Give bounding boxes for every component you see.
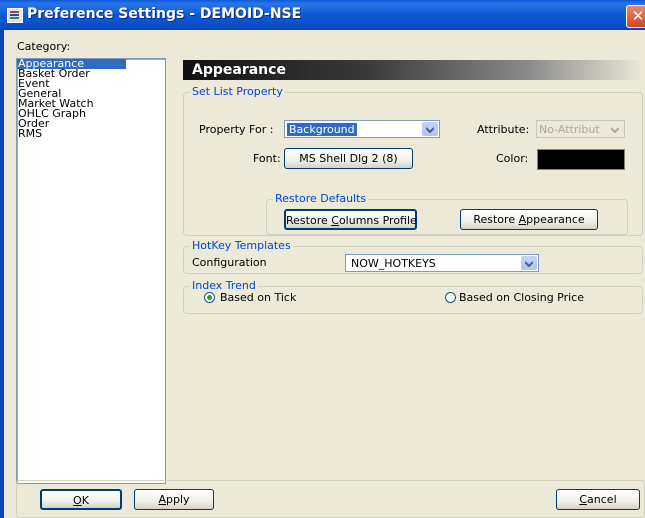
- attribute-select[interactable]: No-Attribut: [536, 120, 625, 138]
- ok-button[interactable]: OK: [40, 489, 122, 510]
- property-for-label: Property For :: [199, 123, 274, 136]
- category-item-rms[interactable]: RMS: [17, 128, 165, 139]
- property-for-select[interactable]: Background: [284, 120, 440, 138]
- set-list-property-legend: Set List Property: [190, 85, 285, 99]
- attribute-value: No-Attribut: [539, 123, 600, 136]
- restore-defaults-legend: Restore Defaults: [273, 192, 369, 206]
- font-label: Font:: [253, 152, 281, 165]
- restore-appearance-label-post: ppearance: [526, 213, 585, 226]
- close-icon: ✕: [631, 7, 645, 25]
- hotkey-templates-legend: HotKey Templates: [190, 239, 293, 253]
- color-label: Color:: [496, 152, 529, 165]
- configuration-value: NOW_HOTKEYS: [351, 257, 436, 270]
- preference-settings-window: Preference Settings - DEMOID-NSE ✕ Categ…: [0, 0, 645, 518]
- restore-defaults-group: Restore Defaults Restore Columns Profile…: [266, 192, 628, 235]
- property-for-value: Background: [287, 123, 357, 136]
- restore-columns-profile-label-post: olumns Profile: [338, 214, 417, 227]
- restore-columns-profile-label-key: C: [331, 214, 339, 227]
- restore-columns-profile-label-pre: Restore: [286, 214, 332, 227]
- color-swatch[interactable]: [537, 149, 625, 170]
- cancel-label-rest: ancel: [587, 493, 617, 506]
- apply-label-rest: pply: [166, 493, 190, 506]
- window-frame-left: [0, 30, 4, 518]
- category-label: Category:: [17, 40, 71, 53]
- hotkey-templates-group: HotKey Templates Configuration NOW_HOTKE…: [183, 239, 643, 274]
- chevron-down-icon[interactable]: [521, 256, 537, 270]
- apply-label-key: A: [158, 493, 166, 506]
- title-bar[interactable]: Preference Settings - DEMOID-NSE ✕: [0, 0, 645, 30]
- category-list[interactable]: Appearance Basket Order Event General Ma…: [16, 58, 166, 484]
- restore-appearance-button[interactable]: Restore Appearance: [460, 209, 598, 230]
- cancel-button[interactable]: Cancel: [556, 489, 640, 510]
- chevron-down-icon[interactable]: [422, 122, 438, 136]
- panel-heading: Appearance: [183, 60, 643, 80]
- radio-based-on-closing-price[interactable]: [445, 292, 456, 303]
- index-trend-group: Index Trend Based on Tick Based on Closi…: [183, 279, 643, 314]
- attribute-label: Attribute:: [477, 123, 530, 136]
- configuration-label: Configuration: [192, 256, 267, 269]
- chevron-down-icon[interactable]: [607, 122, 623, 136]
- restore-columns-profile-button[interactable]: Restore Columns Profile: [284, 209, 417, 230]
- restore-appearance-label-key: A: [518, 213, 527, 226]
- based-on-closing-price-label[interactable]: Based on Closing Price: [459, 291, 584, 304]
- configuration-select[interactable]: NOW_HOTKEYS: [345, 254, 539, 272]
- ok-label-key: O: [73, 494, 82, 507]
- window-title: Preference Settings - DEMOID-NSE: [27, 6, 302, 22]
- ok-label-rest: K: [81, 494, 89, 507]
- radio-based-on-tick[interactable]: [204, 292, 215, 303]
- close-button[interactable]: ✕: [626, 5, 645, 28]
- apply-button[interactable]: Apply: [134, 489, 214, 510]
- set-list-property-group: Set List Property Property For : Backgro…: [183, 85, 643, 236]
- font-button[interactable]: MS Shell Dlg 2 (8): [284, 148, 413, 169]
- based-on-tick-label[interactable]: Based on Tick: [220, 291, 296, 304]
- restore-appearance-label-pre: Restore: [473, 213, 519, 226]
- app-icon: [7, 8, 23, 23]
- cancel-label-key: C: [579, 493, 588, 506]
